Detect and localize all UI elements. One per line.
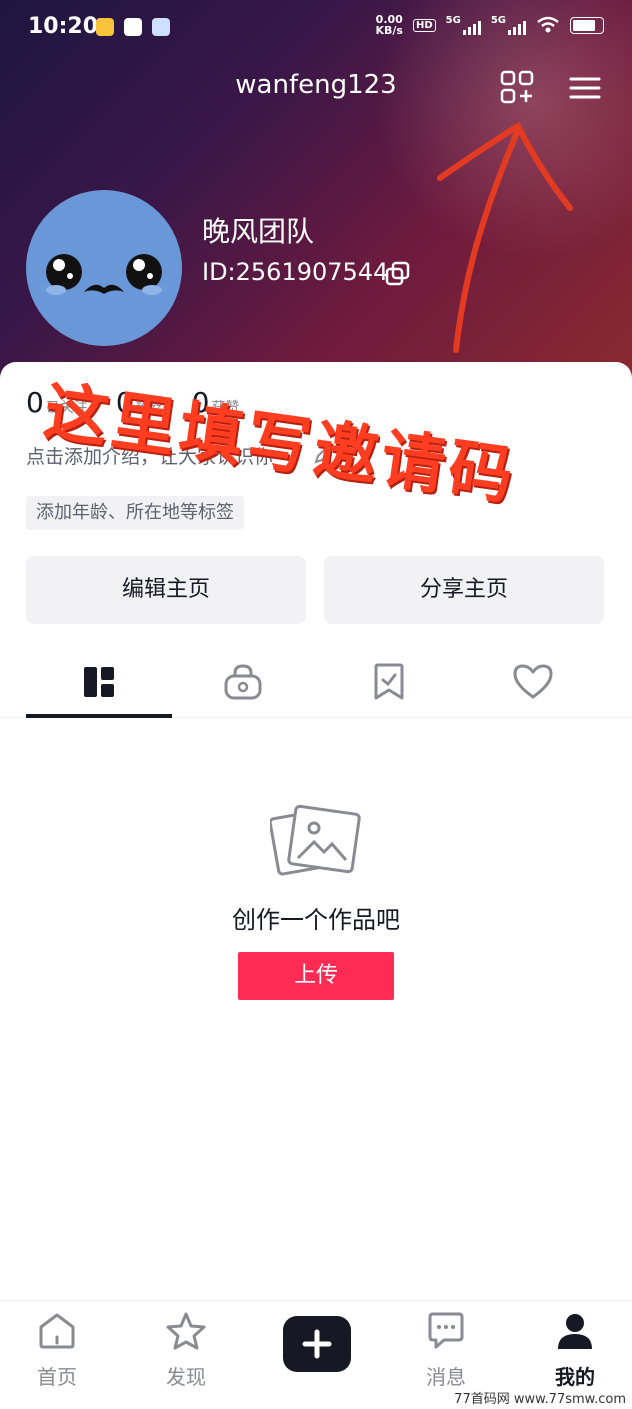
app-notification-icon-2 [152,18,170,36]
username-title: wanfeng123 [235,70,397,100]
add-friend-icon[interactable] [500,70,536,106]
status-bar: 10:20 0.00 KB/s HD 5G 5G [0,0,632,56]
wifi-icon [537,16,559,33]
lock-icon [224,664,262,700]
net-speed: 0.00 KB/s [375,13,403,37]
nav-home[interactable]: 首页 [2,1301,112,1409]
user-id: ID:2561907544 [202,258,389,286]
empty-state-text: 创作一个作品吧 [232,906,400,934]
avatar-face-icon [46,254,162,295]
watermark: 77首码网 www.77smw.com [454,1392,626,1407]
edit-profile-button[interactable]: 编辑主页 [26,556,306,624]
hd-badge: HD [412,18,436,32]
message-icon [428,1312,464,1349]
tab-works[interactable] [26,646,172,718]
plus-icon [302,1329,332,1359]
create-button[interactable] [283,1316,351,1372]
nav-discover[interactable]: 发现 [131,1301,241,1409]
tab-private[interactable] [170,646,316,718]
bookmark-icon [374,663,404,700]
grid-works-icon [84,667,114,697]
person-icon [558,1314,592,1349]
image-placeholder-icon [270,804,361,876]
app-notification-icon [96,18,114,36]
wechat-icon [124,18,142,36]
battery-icon [570,16,604,34]
share-profile-button[interactable]: 分享主页 [324,556,604,624]
signal-1-icon: 5G [446,15,481,35]
menu-icon[interactable] [568,74,602,102]
star-icon [166,1312,206,1350]
heart-icon [513,664,553,699]
upload-button[interactable]: 上传 [238,952,394,1000]
nickname: 晚风团队 [202,215,315,248]
tab-favorites[interactable] [316,646,462,718]
copy-icon[interactable] [384,260,412,288]
avatar[interactable] [26,190,182,346]
content-tabs [0,646,632,718]
active-tab-indicator [26,714,172,718]
home-icon [39,1313,75,1349]
status-indicators: 0.00 KB/s HD 5G 5G [375,13,604,37]
status-time: 10:20 [28,14,99,39]
annotation-arrow-icon [437,121,573,353]
tab-liked[interactable] [460,646,606,718]
add-tags-button[interactable]: 添加年龄、所在地等标签 [26,496,244,530]
signal-2-icon: 5G [491,15,526,35]
